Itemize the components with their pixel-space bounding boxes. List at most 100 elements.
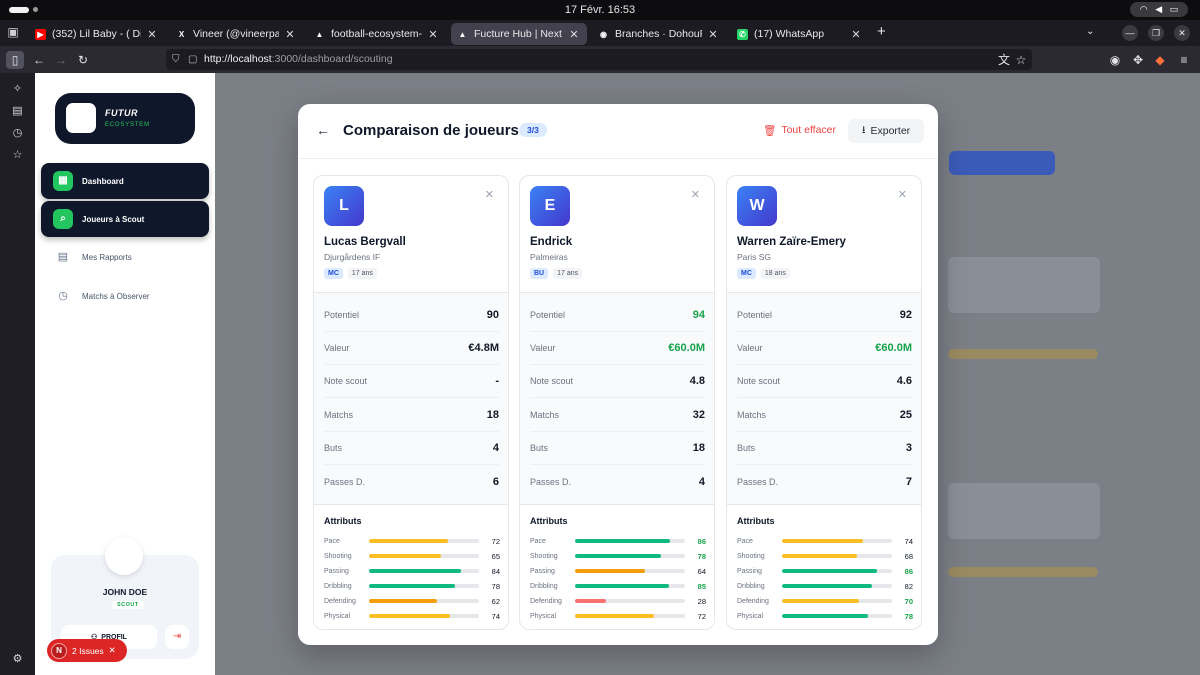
attribute-label: Physical: [737, 612, 764, 620]
logo-subtitle: ECOSYSTEM: [105, 122, 150, 128]
back-icon[interactable]: ←: [30, 51, 48, 69]
tab-close-icon[interactable]: ✕: [285, 28, 295, 41]
player-name: Lucas Bergvall: [324, 236, 406, 248]
stat-row: Passes D. 6: [324, 465, 499, 498]
browser-tab[interactable]: ✆ (17) WhatsApp ✕: [731, 23, 869, 45]
restore-icon[interactable]: ❐: [1148, 25, 1164, 41]
attribute-label: Passing: [737, 567, 762, 575]
url-bar[interactable]: ⛉ ▢ http://localhost:3000/dashboard/scou…: [166, 49, 1032, 70]
history-icon[interactable]: ◷: [9, 125, 26, 142]
attribute-bar: [369, 599, 479, 603]
player-club: Palmeiras: [530, 252, 568, 262]
attribute-bar: [575, 584, 685, 588]
sidebar-item-label: Dashboard: [82, 176, 124, 186]
avatar[interactable]: [105, 537, 143, 575]
bookmarks-icon[interactable]: ☆: [9, 147, 26, 164]
browser-tab[interactable]: ▲ Fucture Hub | Next Gen Di ✕: [451, 23, 587, 45]
tab-close-icon[interactable]: ✕: [708, 28, 718, 41]
synced-tabs-icon[interactable]: ▤: [9, 103, 26, 120]
tab-close-icon[interactable]: ✕: [147, 28, 157, 41]
attribute-row: Defending 70: [737, 595, 913, 607]
tab-close-icon[interactable]: ✕: [569, 28, 579, 41]
attribute-value: 70: [904, 596, 913, 606]
browser-tab[interactable]: ◉ Branches · DohouFawase/ ✕: [592, 23, 726, 45]
new-tab-button[interactable]: +: [877, 24, 886, 39]
minimize-icon[interactable]: —: [1122, 25, 1138, 41]
issues-close-icon[interactable]: ✕: [109, 645, 116, 656]
tab-list-icon[interactable]: ▣: [6, 25, 20, 39]
stat-label: Valeur: [737, 343, 763, 353]
browser-tab[interactable]: ▲ football-ecosystem-frontend ✕: [308, 23, 446, 45]
remove-player-close-icon[interactable]: ✕: [898, 188, 907, 201]
player-avatar: L: [324, 186, 364, 226]
extension-d-icon[interactable]: ◉: [1106, 51, 1124, 69]
stat-row: Buts 4: [324, 432, 499, 465]
logo[interactable]: FUTUR ECOSYSTEM: [55, 93, 195, 144]
clear-all-button[interactable]: 🗑 Tout effacer: [763, 124, 836, 137]
stat-label: Valeur: [530, 343, 556, 353]
tab-overflow-chevron-icon[interactable]: ⌄: [1086, 26, 1094, 37]
grid-icon: ▦: [53, 171, 73, 191]
forward-icon[interactable]: →: [52, 51, 70, 69]
stat-label: Valeur: [324, 343, 350, 353]
sidebar-item-mes-rapports[interactable]: ▤ Mes Rapports: [41, 239, 209, 275]
browser-tab[interactable]: ▶ (352) Lil Baby - ( Diamond ✕: [29, 23, 165, 45]
sidebar-item-joueurs-scout[interactable]: ⌕ Joueurs à Scout: [41, 201, 209, 237]
window-close-icon[interactable]: ✕: [1174, 25, 1190, 41]
shield-icon[interactable]: ⛉: [172, 49, 180, 70]
app-sidebar: FUTUR ECOSYSTEM ▦ Dashboard ⌕ Joueurs à Sco…: [35, 73, 215, 675]
back-arrow-icon[interactable]: ←: [316, 122, 330, 138]
clock-icon: ◷: [58, 290, 68, 302]
player-tags: MC 17 ans: [324, 268, 377, 279]
attribute-value: 64: [697, 566, 706, 576]
page-info-icon[interactable]: ▢: [188, 49, 197, 70]
reload-icon[interactable]: ↻: [74, 51, 92, 69]
attribute-label: Pace: [324, 537, 340, 545]
stat-row: Valeur €60.0M: [737, 332, 912, 365]
selection-count-badge: 3/3: [519, 123, 547, 137]
ai-sparkle-icon[interactable]: ✧: [9, 81, 26, 98]
stat-label: Matchs: [324, 410, 354, 420]
attribute-label: Shooting: [530, 552, 558, 560]
attribute-value: 74: [491, 611, 500, 621]
stat-row: Note scout -: [324, 365, 499, 398]
attribute-bar-fill: [575, 584, 669, 588]
attribute-bar: [782, 539, 892, 543]
extension-fox-icon[interactable]: ◆: [1151, 51, 1169, 69]
issues-badge[interactable]: N 2 Issues ✕: [47, 639, 127, 662]
bookmark-star-icon[interactable]: ☆: [1012, 51, 1030, 69]
sidebar-item-dashboard[interactable]: ▦ Dashboard: [41, 163, 209, 199]
export-button[interactable]: ⭳ Exporter: [848, 119, 924, 143]
attribute-value: 74: [904, 536, 913, 546]
sidebar-item-matchs-observer[interactable]: ◷ Matchs à Observer: [41, 278, 209, 314]
stat-label: Buts: [530, 443, 549, 453]
remove-player-close-icon[interactable]: ✕: [485, 188, 494, 201]
stat-value: 18: [692, 442, 705, 454]
document-icon: ▤: [57, 251, 69, 263]
tab-close-icon[interactable]: ✕: [851, 28, 861, 41]
wifi-icon: ◠: [1139, 4, 1148, 14]
attribute-bar: [782, 584, 892, 588]
attribute-row: Physical 78: [737, 610, 913, 622]
stat-row: Buts 3: [737, 432, 912, 465]
app-menu-icon[interactable]: ≡: [1175, 51, 1193, 69]
attribute-label: Defending: [737, 597, 769, 605]
attribute-bar-fill: [575, 539, 670, 543]
system-tray[interactable]: ◠ ◀ ▭: [1130, 2, 1188, 17]
translate-icon[interactable]: 文: [995, 51, 1013, 69]
sidebar-toggle-icon[interactable]: ▯: [6, 51, 24, 69]
settings-gear-icon[interactable]: ⚙: [9, 651, 26, 668]
logout-button[interactable]: ⇥: [165, 625, 189, 649]
os-clock[interactable]: 17 Févr. 16:53: [0, 4, 1200, 16]
stat-label: Potentiel: [737, 310, 773, 320]
player-stats: Potentiel 90 Valeur €4.8M Note scout - Matchs 1…: [314, 292, 508, 505]
extensions-puzzle-icon[interactable]: ✥: [1129, 51, 1147, 69]
stat-row: Matchs 32: [530, 399, 705, 432]
remove-player-close-icon[interactable]: ✕: [691, 188, 700, 201]
attribute-value: 78: [697, 551, 706, 561]
stat-label: Buts: [324, 443, 343, 453]
browser-tab[interactable]: X Vineer (@vineerpasam) / ✕: [170, 23, 303, 45]
export-label: Exporter: [870, 125, 911, 137]
tab-close-icon[interactable]: ✕: [428, 28, 438, 41]
attributes-title: Attributs: [530, 516, 568, 526]
